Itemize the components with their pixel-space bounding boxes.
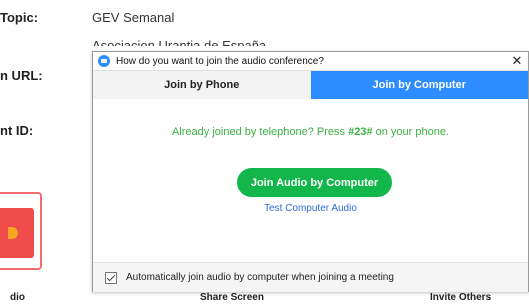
dialog-titlebar: How do you want to join the audio confer…	[93, 52, 528, 70]
notice-suffix: on your phone.	[372, 126, 450, 138]
topic-label: Topic:	[0, 10, 39, 25]
close-icon[interactable]: ✕	[510, 52, 524, 70]
dialog-title: How do you want to join the audio confer…	[116, 55, 324, 67]
host-value: Asociacion Urantia de España	[92, 39, 266, 46]
tab-join-by-computer[interactable]: Join by Computer	[310, 71, 528, 99]
notice-code: #23#	[348, 126, 373, 138]
invite-url-label: n URL:	[0, 68, 43, 83]
share-screen-label[interactable]: Share Screen	[200, 292, 264, 303]
participant-id-label: nt ID:	[0, 123, 34, 138]
audio-conference-dialog: How do you want to join the audio confer…	[92, 51, 529, 292]
join-method-tabs: Join by Phone Join by Computer	[93, 70, 528, 99]
checkmark-icon	[106, 272, 116, 281]
topic-value: GEV Semanal	[92, 10, 175, 25]
auto-join-label[interactable]: Automatically join audio by computer whe…	[126, 272, 394, 283]
notice-prefix: Already joined by telephone? Press	[171, 126, 349, 138]
auto-join-checkbox[interactable]	[105, 271, 117, 284]
phone-joined-notice: Already joined by telephone? Press #23# …	[93, 126, 528, 138]
audio-option-card[interactable]	[0, 192, 42, 270]
join-audio-footer-label: dio	[10, 292, 25, 303]
dialog-footer: Automatically join audio by computer whe…	[93, 262, 528, 292]
test-computer-audio-link[interactable]: Test Computer Audio	[93, 203, 528, 214]
tab-join-by-phone[interactable]: Join by Phone	[93, 71, 311, 99]
audio-card-icon	[0, 208, 34, 258]
invite-others-label[interactable]: Invite Others	[430, 292, 491, 303]
join-audio-by-computer-button[interactable]: Join Audio by Computer	[237, 168, 392, 197]
zoom-app-icon	[98, 55, 110, 67]
